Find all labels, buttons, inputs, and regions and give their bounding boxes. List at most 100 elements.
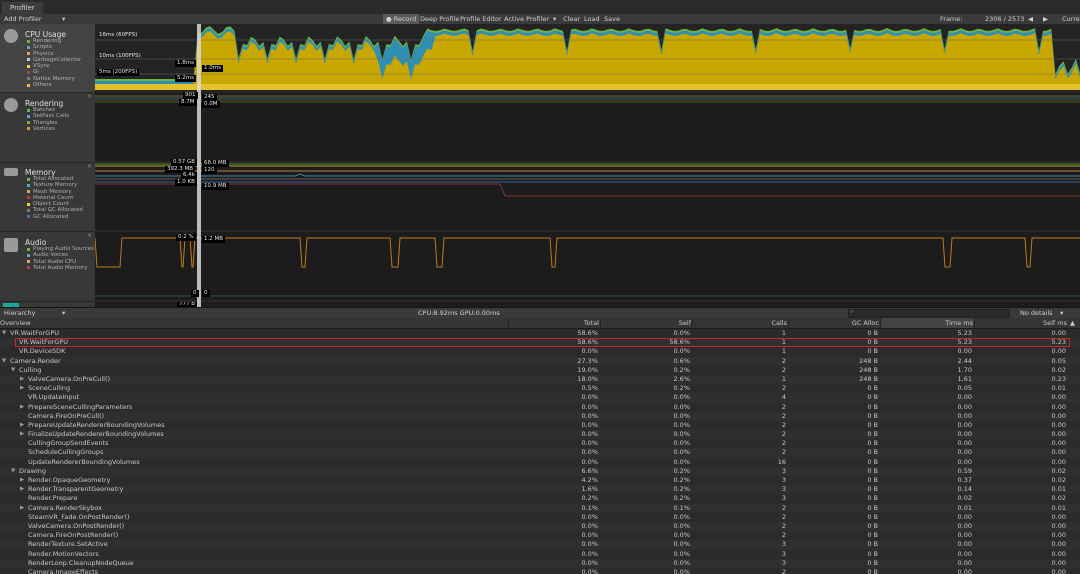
row-time-ms: 0.59 xyxy=(957,466,972,475)
table-row[interactable]: ▶ SceneCulling 0.5% 0.2% 2 0 B 0.05 0.01 xyxy=(0,384,1080,393)
expand-right-icon[interactable]: ▶ xyxy=(20,403,24,412)
table-row[interactable]: ScheduleCullingGroups 0.0% 0.0% 2 0 B 0.00 0.0… xyxy=(0,448,1080,458)
table-row[interactable]: Render.MotionVectors 0.0% 0.0% 3 0 B 0.00 0.00 xyxy=(0,550,1080,559)
table-row[interactable]: ▶ PrepareSceneCullingParameters 0.0% 0.0% 2 0… xyxy=(0,403,1080,412)
legend-item[interactable]: Others xyxy=(27,82,81,88)
module-rendering[interactable]: Rendering × Batches SetPass Calls Triang… xyxy=(0,92,95,163)
row-self-ms: 0.00 xyxy=(1051,430,1066,439)
chevron-down-icon[interactable]: ▾ xyxy=(1060,308,1063,318)
expand-right-icon[interactable]: ▶ xyxy=(20,421,24,430)
memory-icon xyxy=(4,168,18,176)
previous-frame-icon[interactable]: ◀ xyxy=(1028,14,1033,24)
table-row[interactable]: ValveCamera.OnPostRender() 0.0% 0.0% 2 0 B 0.… xyxy=(0,521,1080,532)
close-icon[interactable]: × xyxy=(87,163,92,170)
legend-item[interactable]: GC Allocated xyxy=(27,214,83,220)
row-time-ms: 0.00 xyxy=(957,558,972,567)
module-audio[interactable]: Audio × Playing Audio Sources Audio Voic… xyxy=(0,231,95,302)
sort-asc-icon[interactable]: ▲ xyxy=(1070,318,1075,328)
table-row[interactable]: ▼ VR.WaitForGPU 58.6% 0.0% 1 0 B 5.23 0.00 xyxy=(0,329,1080,338)
row-self-ms: 0.00 xyxy=(1051,347,1066,356)
table-row[interactable]: SteamVR_Fade.OnPostRender() 0.0% 0.0% 2 0 B 0… xyxy=(0,513,1080,522)
load-button[interactable]: Load xyxy=(584,14,600,24)
table-row[interactable]: ▶ Render.TransparentGeometry 1.6% 0.2% 3 0 B 0… xyxy=(0,485,1080,495)
next-frame-icon[interactable]: ▶ xyxy=(1043,14,1048,24)
details-dropdown[interactable]: No details xyxy=(1020,308,1053,318)
table-row[interactable]: VR.WaitForGPU 58.6% 58.6% 1 0 B 5.23 5.23 xyxy=(0,338,1080,348)
row-total: 0.0% xyxy=(581,347,598,356)
row-self: 0.0% xyxy=(673,567,690,574)
column-self[interactable]: Self xyxy=(600,318,691,328)
table-row[interactable]: VR.UpdateInput 0.0% 0.0% 4 0 B 0.00 0.00 xyxy=(0,393,1080,403)
chevron-down-icon[interactable]: ▾ xyxy=(62,14,65,24)
module-memory[interactable]: Memory × Total Allocated Texture Memory … xyxy=(0,162,95,232)
table-row[interactable]: VR.DeviceSDK 0.0% 0.0% 1 0 B 0.00 0.00 xyxy=(0,347,1080,356)
column-calls[interactable]: Calls xyxy=(692,318,787,328)
chevron-down-icon[interactable]: ▾ xyxy=(62,308,65,318)
column-total[interactable]: Total xyxy=(508,318,599,328)
memory-value-label: 1.0 KB xyxy=(175,179,197,186)
clear-button[interactable]: Clear xyxy=(563,14,580,24)
expand-right-icon[interactable]: ▶ xyxy=(20,375,24,384)
table-row[interactable]: ▶ PrepareUpdateRendererBoundingVolumes 0.0… xyxy=(0,421,1080,430)
search-input[interactable]: ⌕ xyxy=(848,308,1010,318)
table-row[interactable]: ▶ Render.OpaqueGeometry 4.2% 0.2% 3 0 B 0.37 0.… xyxy=(0,476,1080,485)
expand-right-icon[interactable]: ▶ xyxy=(20,476,24,485)
deep-profile-button[interactable]: Deep Profile xyxy=(420,14,459,24)
column-time-ms[interactable]: Time ms xyxy=(880,318,973,328)
legend-item[interactable]: Total Audio Memory xyxy=(27,265,94,271)
expand-right-icon[interactable]: ▶ xyxy=(20,504,24,513)
row-gc-alloc: 0 B xyxy=(867,384,878,393)
profiler-graphs[interactable]: 16ms (60FPS) 10ms (100FPS) 5ms (200FPS) … xyxy=(95,24,1080,307)
table-row[interactable]: Camera.FireOnPreCull() 0.0% 0.0% 2 0 B 0.00 0.… xyxy=(0,411,1080,421)
row-self-ms: 0.23 xyxy=(1051,374,1066,383)
table-row[interactable]: ▼ Culling 19.0% 0.2% 2 248 B 1.70 0.02 xyxy=(0,366,1080,375)
table-row[interactable]: ▶ FinalizeUpdateRendererBoundingVolumes 0.… xyxy=(0,430,1080,440)
row-calls: 1 xyxy=(781,338,786,347)
expand-down-icon[interactable]: ▼ xyxy=(11,467,15,476)
tab-profiler[interactable]: Profiler xyxy=(2,2,43,14)
view-mode-dropdown[interactable]: Hierarchy xyxy=(4,308,35,318)
current-frame-button[interactable]: Current xyxy=(1062,14,1080,24)
row-name: VR.WaitForGPU xyxy=(19,338,69,347)
table-row[interactable]: Render.Prepare 0.2% 0.2% 3 0 B 0.02 0.02 xyxy=(0,494,1080,503)
chevron-down-icon[interactable]: ▾ xyxy=(553,14,556,24)
expand-down-icon[interactable]: ▼ xyxy=(2,357,6,366)
table-row[interactable]: Camera.ImageEffects 0.0% 0.0% 2 0 B 0.00 0.00 xyxy=(0,568,1080,574)
row-total: 0.0% xyxy=(581,457,598,466)
row-time-ms: 0.00 xyxy=(957,430,972,439)
legend-item[interactable]: Vertices xyxy=(27,126,69,132)
table-row[interactable]: ▼ Camera.Render 27.3% 0.6% 2 248 B 2.44 0.05 xyxy=(0,356,1080,366)
module-cpu-usage[interactable]: CPU Usage Rendering Scripts Physics Garb… xyxy=(0,24,95,93)
row-calls: 3 xyxy=(781,476,786,484)
table-row[interactable]: ▶ ValveCamera.OnPreCull() 18.0% 2.6% 1 248 B 1… xyxy=(0,374,1080,385)
hierarchy-rows[interactable]: ▼ VR.WaitForGPU 58.6% 0.0% 1 0 B 5.23 0.00 VR.Wa… xyxy=(0,329,1080,574)
row-gc-alloc: 0 B xyxy=(867,558,878,567)
expand-down-icon[interactable]: ▼ xyxy=(2,329,6,338)
column-self-ms[interactable]: Self ms xyxy=(974,318,1067,328)
table-row[interactable]: ▼ Drawing 6.6% 0.2% 3 0 B 0.59 0.02 xyxy=(0,466,1080,476)
column-overview[interactable]: Overview xyxy=(0,318,31,328)
expand-right-icon[interactable]: ▶ xyxy=(20,485,24,494)
close-icon[interactable]: × xyxy=(87,232,92,239)
profile-editor-button[interactable]: Profile Editor xyxy=(460,14,502,24)
table-row[interactable]: Camera.FireOnPostRender() 0.0% 0.0% 2 0 B 0.0… xyxy=(0,531,1080,540)
row-gc-alloc: 0 B xyxy=(867,567,878,574)
record-button[interactable]: ● Record xyxy=(383,14,420,24)
close-icon[interactable]: × xyxy=(87,93,92,100)
column-gc-alloc[interactable]: GC Alloc xyxy=(788,318,879,328)
row-total: 0.0% xyxy=(581,558,598,567)
add-profiler-dropdown[interactable]: Add Profiler xyxy=(4,14,42,24)
table-row[interactable]: UpdateRendererBoundingVolumes 0.0% 0.0% 16 0… xyxy=(0,458,1080,467)
row-self: 0.0% xyxy=(673,531,690,540)
expand-right-icon[interactable]: ▶ xyxy=(20,384,24,393)
frame-cursor[interactable] xyxy=(197,24,201,307)
table-row[interactable]: ▶ Camera.RenderSkybox 0.1% 0.1% 2 0 B 0.01 0.01 xyxy=(0,503,1080,513)
expand-down-icon[interactable]: ▼ xyxy=(11,366,15,375)
save-button[interactable]: Save xyxy=(604,14,620,24)
table-row[interactable]: CullingGroupSendEvents 0.0% 0.0% 2 0 B 0.00 0.… xyxy=(0,439,1080,448)
table-row[interactable]: RenderLoop.CleanupNodeQueue 0.0% 0.0% 3 0 B 0… xyxy=(0,558,1080,568)
active-profiler-dropdown[interactable]: Active Profiler xyxy=(504,14,549,24)
table-row[interactable]: RenderTexture.SetActive 0.0% 0.0% 3 0 B 0.00 0… xyxy=(0,540,1080,550)
expand-right-icon[interactable]: ▶ xyxy=(20,430,24,439)
row-calls: 3 xyxy=(781,466,786,475)
